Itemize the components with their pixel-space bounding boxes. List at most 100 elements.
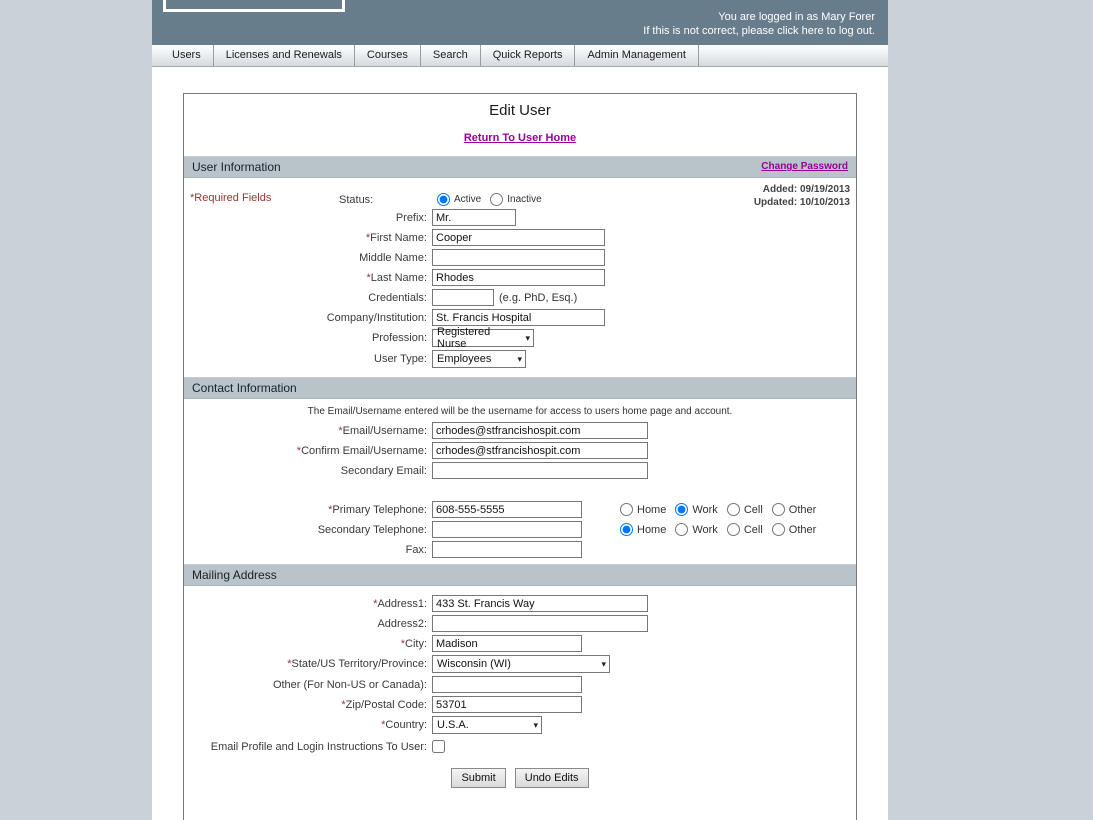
user-type-label: User Type: [184,353,432,365]
primary-phone-work-option[interactable]: Work [675,503,717,516]
state-select[interactable]: Wisconsin (WI) ▾ [432,655,610,673]
secondary-phone-other-radio[interactable] [772,523,785,536]
credentials-hint: (e.g. PhD, Esq.) [499,292,577,304]
secondary-email-label: Secondary Email: [184,465,432,477]
undo-edits-button[interactable]: Undo Edits [515,768,589,788]
section-title: Mailing Address [192,568,277,582]
tab-licenses-and-renewals[interactable]: Licenses and Renewals [214,45,355,66]
profession-select[interactable]: Registered Nurse ▾ [432,329,534,347]
credentials-label: Credentials: [184,292,432,304]
country-select[interactable]: U.S.A. ▾ [432,716,542,734]
chevron-down-icon: ▾ [517,355,522,364]
country-label: *Country: [184,719,432,731]
return-to-user-home-link[interactable]: Return To User Home [464,132,576,144]
address2-input[interactable] [432,615,648,632]
primary-phone-cell-radio[interactable] [727,503,740,516]
company-input[interactable] [432,309,605,326]
field-row-company: Company/Institution: [184,309,856,326]
field-row-first-name: *First Name: [184,229,856,246]
prefix-input[interactable] [432,209,516,226]
edit-user-form: Edit User Return To User Home User Infor… [183,93,857,820]
field-row-primary-phone: *Primary Telephone: Home Work Cell Other [184,501,856,518]
last-name-input[interactable] [432,269,605,286]
required-fields-note: *Required Fields [190,192,271,204]
secondary-phone-home-option[interactable]: Home [620,523,666,536]
secondary-email-input[interactable] [432,462,648,479]
field-row-secondary-email: Secondary Email: [184,462,856,479]
field-row-user-type: User Type: Employees ▾ [184,350,856,368]
status-active-option[interactable]: Active [437,193,481,206]
status-inactive-label: Inactive [507,194,541,205]
field-row-profession: Profession: Registered Nurse ▾ [184,329,856,347]
field-row-other-region: Other (For Non-US or Canada): [184,676,856,693]
city-input[interactable] [432,635,582,652]
secondary-phone-home-radio[interactable] [620,523,633,536]
section-user-information: User Information Change Password [184,156,856,178]
user-type-select[interactable]: Employees ▾ [432,350,526,368]
chevron-down-icon: ▾ [533,721,538,730]
change-password-link[interactable]: Change Password [761,161,848,172]
field-row-email-profile: Email Profile and Login Instructions To … [184,740,856,753]
secondary-phone-work-radio[interactable] [675,523,688,536]
added-date: Added: 09/19/2013 [754,183,850,196]
field-row-address2: Address2: [184,615,856,632]
other-region-input[interactable] [432,676,582,693]
email-label: *Email/Username: [184,425,432,437]
primary-phone-home-radio[interactable] [620,503,633,516]
primary-phone-other-radio[interactable] [772,503,785,516]
tab-courses[interactable]: Courses [355,45,421,66]
status-inactive-radio[interactable] [490,193,503,206]
logout-link-text[interactable]: If this is not correct, please click her… [643,24,875,38]
fax-input[interactable] [432,541,582,558]
login-info: You are logged in as Mary Forer If this … [643,10,875,38]
first-name-input[interactable] [432,229,605,246]
primary-phone-input[interactable] [432,501,582,518]
profession-label: Profession: [184,332,432,344]
email-profile-checkbox[interactable] [432,740,445,753]
status-inactive-option[interactable]: Inactive [490,193,541,206]
return-link-row: Return To User Home [184,132,856,144]
secondary-phone-input[interactable] [432,521,582,538]
tab-search[interactable]: Search [421,45,481,66]
tab-admin-management[interactable]: Admin Management [575,45,698,66]
page-title: Edit User [184,102,856,119]
form-buttons: Submit Undo Edits [184,768,856,788]
secondary-phone-other-option[interactable]: Other [772,523,817,536]
submit-button[interactable]: Submit [451,768,505,788]
address1-input[interactable] [432,595,648,612]
chevron-down-icon: ▾ [525,334,530,343]
section-title: User Information [192,160,281,174]
secondary-phone-cell-option[interactable]: Cell [727,523,763,536]
status-active-radio[interactable] [437,193,450,206]
top-header: You are logged in as Mary Forer If this … [152,0,888,45]
credentials-input[interactable] [432,289,494,306]
secondary-phone-work-option[interactable]: Work [675,523,717,536]
company-label: Company/Institution: [184,312,432,324]
secondary-phone-cell-radio[interactable] [727,523,740,536]
confirm-email-input[interactable] [432,442,648,459]
address1-label: *Address1: [184,598,432,610]
middle-name-input[interactable] [432,249,605,266]
primary-phone-label: *Primary Telephone: [184,504,432,516]
email-input[interactable] [432,422,648,439]
primary-phone-cell-option[interactable]: Cell [727,503,763,516]
primary-phone-other-option[interactable]: Other [772,503,817,516]
first-name-label: *First Name: [184,232,432,244]
fax-label: Fax: [184,544,432,556]
primary-phone-home-option[interactable]: Home [620,503,666,516]
field-row-credentials: Credentials: (e.g. PhD, Esq.) [184,289,856,306]
secondary-phone-label: Secondary Telephone: [184,524,432,536]
tab-users[interactable]: Users [160,45,214,66]
field-row-confirm-email: *Confirm Email/Username: [184,442,856,459]
other-region-label: Other (For Non-US or Canada): [184,679,432,691]
logged-in-as-text: You are logged in as Mary Forer [643,10,875,24]
email-profile-label: Email Profile and Login Instructions To … [184,741,432,753]
user-info-meta-band: *Required Fields Added: 09/19/2013 Updat… [184,178,856,206]
field-row-middle-name: Middle Name: [184,249,856,266]
tab-quick-reports[interactable]: Quick Reports [481,45,576,66]
primary-phone-work-radio[interactable] [675,503,688,516]
field-row-fax: Fax: [184,541,856,558]
last-name-label: *Last Name: [184,272,432,284]
field-row-prefix: Prefix: [184,209,856,226]
zip-input[interactable] [432,696,582,713]
